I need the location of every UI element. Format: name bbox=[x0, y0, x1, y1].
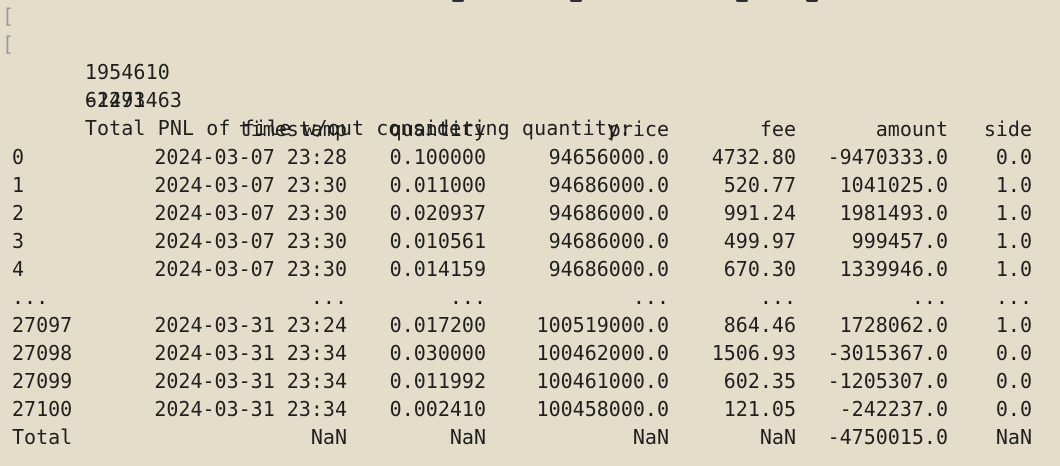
cell-amount: 1339946.0 bbox=[839, 257, 948, 281]
table-row: 27098 2024-03-31 23:34 0.030000 10046200… bbox=[0, 339, 1060, 367]
cell-timestamp: NaN bbox=[310, 425, 347, 449]
cell-quantity: 0.020937 bbox=[389, 201, 486, 225]
column-header-amount: amount bbox=[875, 117, 948, 141]
output-line: [ 1954610 bbox=[2, 2, 170, 84]
dataframe-output: timestamp quantity price fee amount side… bbox=[0, 115, 1060, 455]
bracket-icon: [ bbox=[2, 4, 15, 28]
cell-side: 0.0 bbox=[995, 145, 1032, 169]
bracket-icon: [ bbox=[2, 32, 15, 56]
table-header-row: timestamp quantity price fee amount side bbox=[0, 115, 1060, 143]
column-header-timestamp: timestamp bbox=[238, 117, 347, 141]
cell-quantity: 0.014159 bbox=[389, 257, 486, 281]
cell-quantity: 0.010561 bbox=[389, 229, 486, 253]
cell-quantity: 0.030000 bbox=[389, 341, 486, 365]
cell-price: 94686000.0 bbox=[548, 173, 669, 197]
cell-side: 0.0 bbox=[995, 341, 1032, 365]
cell-fee: 991.24 bbox=[723, 201, 796, 225]
cell-side: NaN bbox=[995, 425, 1032, 449]
cell-quantity: 0.017200 bbox=[389, 313, 486, 337]
cell-timestamp: 2024-03-07 23:28 bbox=[154, 145, 347, 169]
table-row: 27097 2024-03-31 23:24 0.017200 10051900… bbox=[0, 311, 1060, 339]
cropped-glyph bbox=[452, 0, 464, 2]
table-ellipsis-row: ... ... ... ... ... ... ... bbox=[0, 283, 1060, 311]
cell-quantity: ... bbox=[449, 285, 486, 309]
cell-timestamp: 2024-03-07 23:30 bbox=[154, 173, 347, 197]
cell-timestamp: ... bbox=[310, 285, 347, 309]
cell-side: 0.0 bbox=[995, 369, 1032, 393]
cell-timestamp: 2024-03-31 23:34 bbox=[154, 397, 347, 421]
cell-quantity: 0.011000 bbox=[389, 173, 486, 197]
table-row: 4 2024-03-07 23:30 0.014159 94686000.0 6… bbox=[0, 255, 1060, 283]
cell-side: 0.0 bbox=[995, 397, 1032, 421]
cell-timestamp: 2024-03-07 23:30 bbox=[154, 257, 347, 281]
cell-timestamp: 2024-03-07 23:30 bbox=[154, 229, 347, 253]
cell-price: 94686000.0 bbox=[548, 257, 669, 281]
cell-timestamp: 2024-03-31 23:34 bbox=[154, 369, 347, 393]
cell-amount: -242237.0 bbox=[839, 397, 948, 421]
column-header-side: side bbox=[983, 117, 1032, 141]
cell-side: 1.0 bbox=[995, 173, 1032, 197]
cell-amount: 1041025.0 bbox=[839, 173, 948, 197]
cell-price: ... bbox=[632, 285, 669, 309]
cell-fee: 1506.93 bbox=[711, 341, 796, 365]
cell-quantity: 0.100000 bbox=[389, 145, 486, 169]
cell-amount: 1981493.0 bbox=[839, 201, 948, 225]
cell-fee: 670.30 bbox=[723, 257, 796, 281]
cell-amount: ... bbox=[911, 285, 948, 309]
table-row: 2 2024-03-07 23:30 0.020937 94686000.0 9… bbox=[0, 199, 1060, 227]
notebook-output-cell: [ 1954610 [ 61471 -2293463 Total PNL of … bbox=[0, 0, 1060, 466]
cropped-glyph bbox=[570, 0, 582, 2]
column-header-fee: fee bbox=[759, 117, 796, 141]
cell-quantity: NaN bbox=[449, 425, 486, 449]
cell-price: 94656000.0 bbox=[548, 145, 669, 169]
cell-amount: -3015367.0 bbox=[827, 341, 948, 365]
cell-fee: 499.97 bbox=[723, 229, 796, 253]
cropped-glyph bbox=[736, 0, 748, 2]
column-header-price: price bbox=[608, 117, 669, 141]
cell-side: 1.0 bbox=[995, 257, 1032, 281]
output-line: [ 61471 bbox=[2, 30, 146, 112]
cell-price: 100461000.0 bbox=[536, 369, 669, 393]
cell-price: NaN bbox=[632, 425, 669, 449]
cell-side: 1.0 bbox=[995, 229, 1032, 253]
cell-fee: 121.05 bbox=[723, 397, 796, 421]
cell-side: ... bbox=[995, 285, 1032, 309]
cell-timestamp: 2024-03-31 23:34 bbox=[154, 341, 347, 365]
cell-side: 1.0 bbox=[995, 313, 1032, 337]
cell-fee: 4732.80 bbox=[711, 145, 796, 169]
cell-price: 100458000.0 bbox=[536, 397, 669, 421]
table-row: 27099 2024-03-31 23:34 0.011992 10046100… bbox=[0, 367, 1060, 395]
table-total-row: Total NaN NaN NaN NaN -4750015.0 NaN bbox=[0, 423, 1060, 451]
cell-fee: 602.35 bbox=[723, 369, 796, 393]
column-header-quantity: quantity bbox=[389, 117, 486, 141]
cell-amount: -9470333.0 bbox=[827, 145, 948, 169]
table-row: 1 2024-03-07 23:30 0.011000 94686000.0 5… bbox=[0, 171, 1060, 199]
cell-quantity: 0.011992 bbox=[389, 369, 486, 393]
cell-price: 100519000.0 bbox=[536, 313, 669, 337]
table-row: 3 2024-03-07 23:30 0.010561 94686000.0 4… bbox=[0, 227, 1060, 255]
output-line: -2293463 bbox=[12, 58, 182, 112]
cell-fee: 520.77 bbox=[723, 173, 796, 197]
cell-fee: NaN bbox=[759, 425, 796, 449]
cell-price: 100462000.0 bbox=[536, 341, 669, 365]
cell-amount: -1205307.0 bbox=[827, 369, 948, 393]
cell-price: 94686000.0 bbox=[548, 201, 669, 225]
cell-amount: 1728062.0 bbox=[839, 313, 948, 337]
cell-price: 94686000.0 bbox=[548, 229, 669, 253]
cell-timestamp: 2024-03-07 23:30 bbox=[154, 201, 347, 225]
table-row: 0 2024-03-07 23:28 0.100000 94656000.0 4… bbox=[0, 143, 1060, 171]
cell-amount: 999457.0 bbox=[851, 229, 948, 253]
cropped-glyph bbox=[806, 0, 818, 2]
cell-amount: -4750015.0 bbox=[827, 425, 948, 449]
cell-fee: 864.46 bbox=[723, 313, 796, 337]
cell-timestamp: 2024-03-31 23:24 bbox=[154, 313, 347, 337]
cell-side: 1.0 bbox=[995, 201, 1032, 225]
cell-quantity: 0.002410 bbox=[389, 397, 486, 421]
cell-fee: ... bbox=[759, 285, 796, 309]
output-line: Total PNL of file w/out considering quan… bbox=[12, 86, 631, 140]
table-row: 27100 2024-03-31 23:34 0.002410 10045800… bbox=[0, 395, 1060, 423]
